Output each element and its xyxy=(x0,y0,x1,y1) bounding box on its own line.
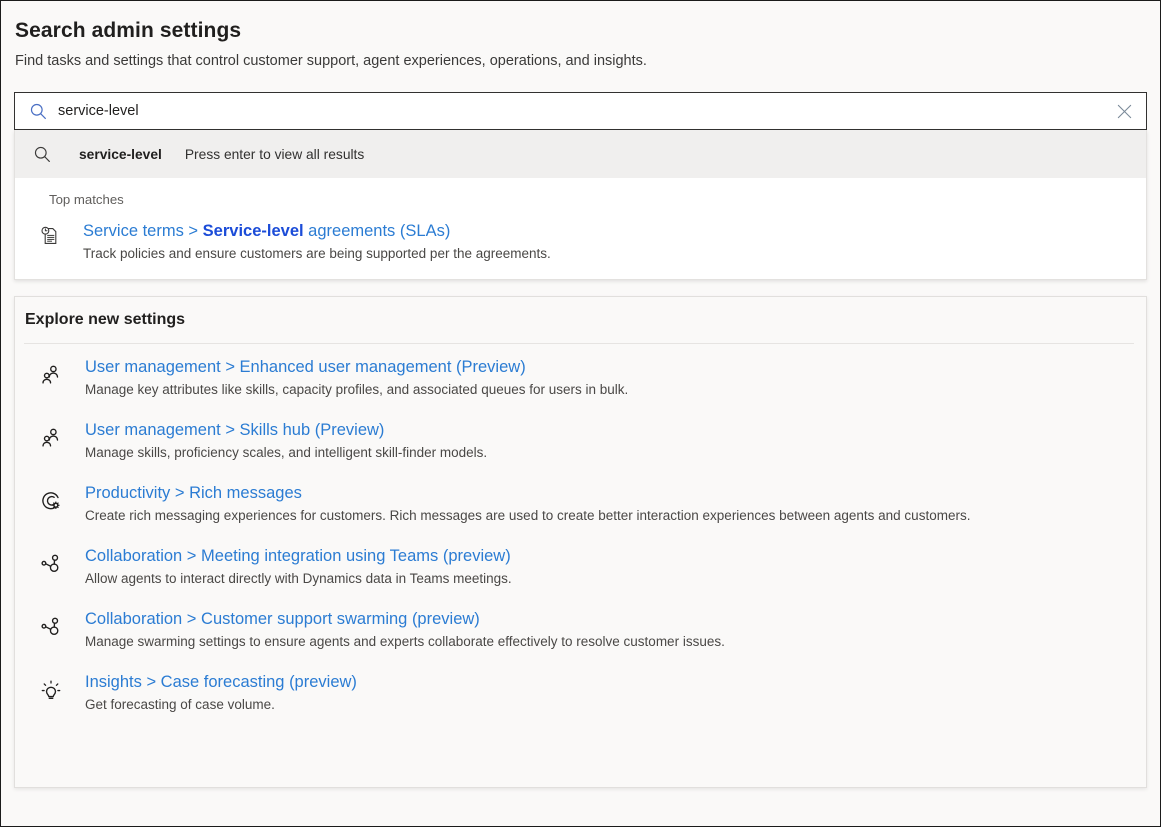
list-item[interactable]: Productivity > Rich messages Create rich… xyxy=(15,482,1146,525)
search-box[interactable] xyxy=(14,92,1147,130)
list-item-text: Insights > Case forecasting (preview) Ge… xyxy=(85,671,357,714)
list-item-description: Create rich messaging experiences for cu… xyxy=(85,506,970,525)
app-window: Search admin settings Find tasks and set… xyxy=(0,0,1161,827)
list-item-description: Manage key attributes like skills, capac… xyxy=(85,380,628,399)
list-item-text: Productivity > Rich messages Create rich… xyxy=(85,482,970,525)
list-item-text: User management > Skills hub (Preview) M… xyxy=(85,419,487,462)
top-match-result[interactable]: Service terms > Service-level agreements… xyxy=(15,220,1146,263)
list-item-link[interactable]: User management > Enhanced user manageme… xyxy=(85,356,628,379)
suggestion-row-enter[interactable]: service-level Press enter to view all re… xyxy=(15,130,1146,178)
explore-section-title: Explore new settings xyxy=(15,311,1146,329)
search-area: service-level Press enter to view all re… xyxy=(14,92,1147,280)
top-match-description: Track policies and ensure customers are … xyxy=(83,244,551,263)
share-network-icon xyxy=(37,545,65,575)
list-item-text: User management > Enhanced user manageme… xyxy=(85,356,628,399)
page-body: Search admin settings Find tasks and set… xyxy=(1,1,1160,826)
explore-items-list: User management > Enhanced user manageme… xyxy=(15,344,1146,714)
people-icon xyxy=(37,356,65,386)
list-item-text: Collaboration > Customer support swarmin… xyxy=(85,608,725,651)
page-title: Search admin settings xyxy=(15,17,1146,45)
target-settings-icon xyxy=(37,482,65,512)
list-item-description: Allow agents to interact directly with D… xyxy=(85,569,512,588)
sla-document-icon xyxy=(37,220,63,246)
list-item-link[interactable]: Insights > Case forecasting (preview) xyxy=(85,671,357,694)
close-icon[interactable] xyxy=(1110,97,1138,125)
list-item[interactable]: Insights > Case forecasting (preview) Ge… xyxy=(15,671,1146,714)
people-icon xyxy=(37,419,65,449)
top-match-text: Service terms > Service-level agreements… xyxy=(83,220,551,263)
list-item-description: Get forecasting of case volume. xyxy=(85,695,357,714)
top-match-highlight: Service-level xyxy=(203,222,304,240)
search-suggestions-panel: service-level Press enter to view all re… xyxy=(14,130,1147,280)
search-icon xyxy=(25,102,51,121)
page-subtitle: Find tasks and settings that control cus… xyxy=(15,51,1146,71)
suggestion-hint: Press enter to view all results xyxy=(185,147,364,162)
list-item-link[interactable]: User management > Skills hub (Preview) xyxy=(85,419,487,442)
explore-new-settings-card: Explore new settings User management > E… xyxy=(14,296,1147,788)
top-match-title-suffix: agreements (SLAs) xyxy=(304,222,451,240)
list-item-description: Manage swarming settings to ensure agent… xyxy=(85,632,725,651)
share-network-icon xyxy=(37,608,65,638)
list-item-link[interactable]: Collaboration > Meeting integration usin… xyxy=(85,545,512,568)
suggestion-term: service-level xyxy=(79,147,162,162)
list-item[interactable]: Collaboration > Customer support swarmin… xyxy=(15,608,1146,651)
list-item-link[interactable]: Productivity > Rich messages xyxy=(85,482,970,505)
page-header: Search admin settings Find tasks and set… xyxy=(1,1,1160,71)
list-item[interactable]: Collaboration > Meeting integration usin… xyxy=(15,545,1146,588)
list-item-description: Manage skills, proficiency scales, and i… xyxy=(85,443,487,462)
search-icon xyxy=(29,145,55,164)
list-item-text: Collaboration > Meeting integration usin… xyxy=(85,545,512,588)
top-matches-label: Top matches xyxy=(15,192,1146,207)
top-matches-section: Top matches xyxy=(15,178,1146,279)
search-input[interactable] xyxy=(51,93,1110,129)
top-match-title: Service terms > Service-level agreements… xyxy=(83,220,551,242)
lightbulb-icon xyxy=(37,671,65,701)
list-item[interactable]: User management > Enhanced user manageme… xyxy=(15,356,1146,399)
top-match-breadcrumb: Service terms > xyxy=(83,222,203,240)
list-item[interactable]: User management > Skills hub (Preview) M… xyxy=(15,419,1146,462)
list-item-link[interactable]: Collaboration > Customer support swarmin… xyxy=(85,608,725,631)
